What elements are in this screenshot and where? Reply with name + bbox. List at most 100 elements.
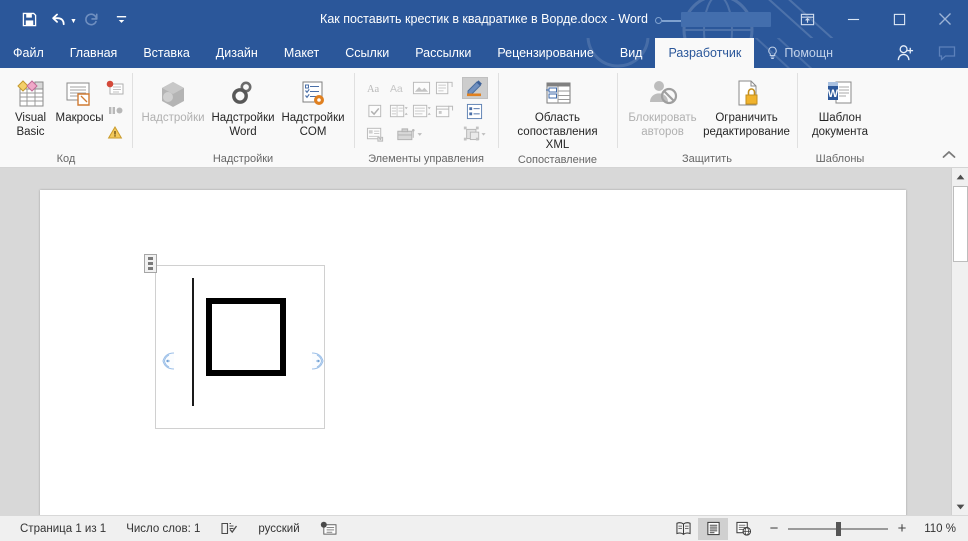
macro-record-status-icon[interactable] — [310, 516, 347, 541]
group-label-protect: Защитить — [617, 151, 797, 168]
maximize-icon[interactable] — [876, 0, 922, 38]
svg-text:Aa: Aa — [367, 84, 380, 95]
status-bar: Страница 1 из 1 Число слов: 1 русский — [0, 515, 968, 541]
content-control-left-tag-icon[interactable] — [160, 350, 182, 372]
rich-text-content-control-icon[interactable]: Aa — [365, 77, 387, 99]
zoom-in-button[interactable]: + — [896, 520, 908, 537]
group-label-add-ins: Надстройки — [132, 151, 354, 168]
ribbon: Visual Basic — [0, 68, 968, 168]
controls-side-buttons — [462, 74, 488, 145]
zoom-out-button[interactable]: − — [768, 520, 780, 537]
save-icon[interactable] — [14, 6, 44, 32]
tab-home[interactable]: Главная — [57, 38, 131, 68]
proofing-errors-icon[interactable] — [210, 516, 248, 541]
word-add-ins-button[interactable]: Надстройки Word — [208, 74, 278, 139]
xml-mapping-label-2: сопоставления XML — [510, 125, 606, 152]
drop-down-list-content-control-icon[interactable] — [411, 100, 433, 122]
undo-dropdown-icon[interactable]: ▼ — [70, 18, 77, 25]
design-mode-icon[interactable] — [462, 77, 488, 99]
xml-mapping-pane-button[interactable]: Область сопоставления XML — [510, 74, 606, 152]
black-square-shape[interactable] — [206, 298, 286, 376]
restrict-editing-label-2: редактирование — [703, 125, 790, 139]
group-icon[interactable] — [462, 123, 488, 145]
ribbon-tabs: Файл Главная Вставка Дизайн Макет Ссылки… — [0, 38, 968, 68]
tell-me-search[interactable]: Помощн — [754, 38, 843, 68]
word-count[interactable]: Число слов: 1 — [116, 516, 210, 541]
customize-qat-icon[interactable] — [107, 6, 137, 32]
title-bar: ▼ Как поставить крестик в квадратике в В… — [0, 0, 968, 38]
word-window: ▼ Как поставить крестик в квадратике в В… — [0, 0, 968, 541]
tab-insert[interactable]: Вставка — [130, 38, 202, 68]
legacy-tools-icon[interactable] — [388, 123, 433, 145]
tab-layout[interactable]: Макет — [271, 38, 332, 68]
web-layout-icon[interactable] — [728, 518, 758, 540]
document-page[interactable] — [40, 190, 906, 515]
read-mode-icon[interactable] — [668, 518, 698, 540]
visual-basic-icon — [14, 77, 48, 111]
tab-review[interactable]: Рецензирование — [484, 38, 607, 68]
tab-file[interactable]: Файл — [0, 38, 57, 68]
visual-basic-label-1: Visual — [15, 111, 46, 125]
properties-icon[interactable] — [462, 100, 488, 122]
check-box-content-control-icon[interactable] — [365, 100, 387, 122]
quick-access-toolbar: ▼ — [0, 6, 137, 32]
ribbon-options-icon[interactable] — [784, 0, 830, 38]
tab-view[interactable]: Вид — [607, 38, 656, 68]
tab-references[interactable]: Ссылки — [332, 38, 402, 68]
collapse-ribbon-button[interactable] — [938, 145, 960, 163]
minimize-icon[interactable] — [830, 0, 876, 38]
date-picker-content-control-icon[interactable] — [434, 100, 456, 122]
tab-developer[interactable]: Разработчик — [655, 38, 754, 68]
block-authors-icon — [646, 77, 680, 111]
close-icon[interactable] — [922, 0, 968, 38]
zoom-percentage[interactable]: 110 % — [916, 523, 962, 535]
redo-icon — [77, 6, 107, 32]
language-indicator[interactable]: русский — [248, 516, 309, 541]
combo-box-content-control-icon[interactable] — [388, 100, 410, 122]
ribbon-group-code: Visual Basic — [0, 68, 132, 168]
comments-icon[interactable] — [926, 38, 968, 68]
macros-button[interactable]: Макросы — [55, 74, 104, 125]
scrollbar-thumb[interactable] — [953, 186, 968, 262]
building-block-gallery-icon[interactable] — [434, 77, 456, 99]
plain-text-content-control-icon[interactable]: Aa — [388, 77, 410, 99]
ribbon-group-templates: W Шаблон документа Шаблоны — [797, 68, 883, 168]
zoom-slider-thumb[interactable] — [836, 522, 841, 536]
com-add-ins-label-2: COM — [300, 125, 327, 139]
table-move-handle-icon[interactable] — [144, 254, 157, 273]
page-indicator[interactable]: Страница 1 из 1 — [10, 516, 116, 541]
content-control-right-tag-icon[interactable] — [304, 350, 326, 372]
zoom-slider[interactable] — [788, 528, 888, 530]
group-label-controls: Элементы управления — [354, 151, 498, 168]
print-layout-icon[interactable] — [698, 518, 728, 540]
add-ins-button: Надстройки — [138, 74, 208, 125]
visual-basic-button[interactable]: Visual Basic — [6, 74, 55, 139]
word-add-ins-label-1: Надстройки — [211, 111, 274, 125]
group-label-code: Код — [0, 151, 132, 168]
scroll-up-icon[interactable] — [952, 168, 968, 185]
tab-design[interactable]: Дизайн — [203, 38, 271, 68]
vertical-scrollbar[interactable] — [951, 168, 968, 515]
repeating-section-content-control-icon[interactable] — [365, 123, 387, 145]
scroll-down-icon[interactable] — [952, 498, 968, 515]
restrict-editing-button[interactable]: Ограничить редактирование — [702, 74, 791, 139]
document-template-button[interactable]: W Шаблон документа — [803, 74, 877, 139]
picture-content-control-icon[interactable] — [411, 77, 433, 99]
com-add-ins-button[interactable]: Надстройки COM — [278, 74, 348, 139]
tab-mailings[interactable]: Рассылки — [402, 38, 484, 68]
svg-text:W: W — [828, 88, 839, 100]
controls-icon-grid: Aa Aa — [365, 74, 456, 145]
document-canvas[interactable] — [0, 168, 968, 515]
xml-mapping-pane-icon — [541, 77, 575, 111]
group-label-mapping: Сопоставление — [498, 152, 617, 169]
document-table[interactable] — [155, 265, 325, 429]
pause-recording-icon — [106, 103, 124, 117]
group-label-templates: Шаблоны — [797, 151, 883, 168]
document-template-label-1: Шаблон — [819, 111, 862, 125]
pause-recording-button — [104, 100, 126, 120]
restrict-editing-label-1: Ограничить — [715, 111, 777, 125]
ribbon-group-mapping: Область сопоставления XML Сопоставление — [498, 68, 617, 168]
share-person-icon[interactable] — [884, 38, 926, 68]
macro-security-button[interactable] — [104, 122, 126, 142]
record-macro-button[interactable] — [104, 78, 126, 98]
